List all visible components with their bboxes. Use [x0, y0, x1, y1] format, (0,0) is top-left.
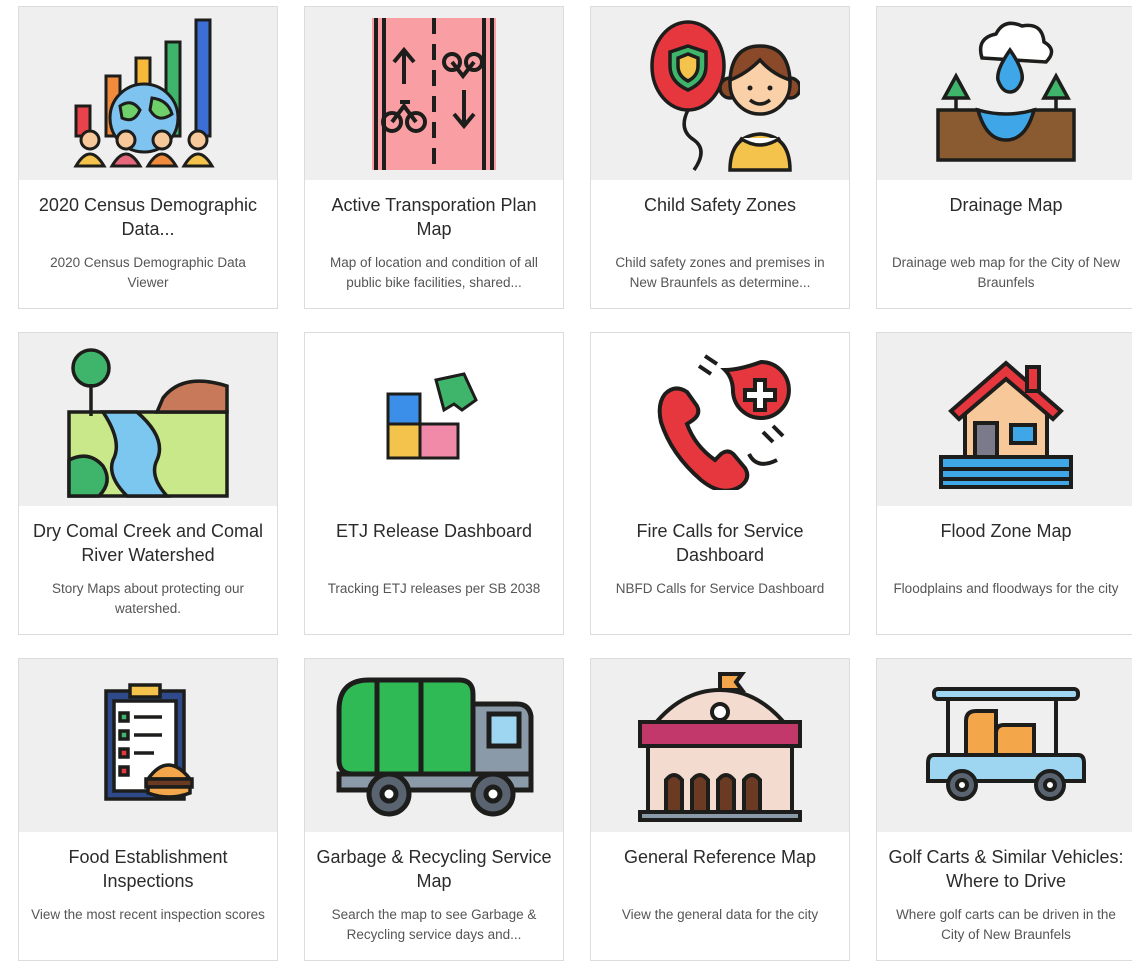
- card-description: View the most recent inspection scores: [31, 907, 265, 922]
- golf-cart-icon: [926, 686, 1086, 801]
- puzzle-icon: [386, 371, 478, 459]
- card-title[interactable]: Fire Calls for Service Dashboard: [601, 519, 839, 567]
- app-card-fire-calls[interactable]: Fire Calls for Service Dashboard NBFD Ca…: [590, 332, 850, 635]
- card-title[interactable]: Food Establishment Inspections: [29, 845, 267, 893]
- clipboard-burger-icon: [104, 682, 194, 801]
- card-title[interactable]: 2020 Census Demographic Data...: [29, 193, 267, 241]
- card-title[interactable]: Active Transporation Plan Map: [315, 193, 553, 241]
- card-thumbnail: [591, 333, 849, 506]
- app-card-flood-zone[interactable]: Flood Zone Map Floodplains and floodways…: [876, 332, 1132, 635]
- app-card-dry-comal-creek[interactable]: Dry Comal Creek and Comal River Watershe…: [18, 332, 278, 635]
- card-description: Floodplains and floodways for the city: [893, 581, 1119, 596]
- card-thumbnail: [877, 333, 1132, 506]
- emergency-phone-icon: [657, 353, 791, 490]
- app-card-child-safety[interactable]: Child Safety Zones Child safety zones an…: [590, 6, 850, 309]
- card-title[interactable]: Golf Carts & Similar Vehicles: Where to …: [887, 845, 1125, 893]
- census-chart-people-icon: [73, 18, 215, 167]
- card-thumbnail: [19, 7, 277, 180]
- card-description: Child safety zones and premises in New B…: [615, 255, 825, 290]
- card-title[interactable]: Dry Comal Creek and Comal River Watershe…: [29, 519, 267, 567]
- app-card-golf-carts[interactable]: Golf Carts & Similar Vehicles: Where to …: [876, 658, 1132, 961]
- card-thumbnail: [877, 7, 1132, 180]
- card-description: NBFD Calls for Service Dashboard: [615, 581, 825, 596]
- app-gallery-grid: 2020 Census Demographic Data... 2020 Cen…: [18, 6, 1132, 961]
- drainage-rain-icon: [936, 21, 1076, 162]
- card-description: View the general data for the city: [621, 907, 819, 922]
- app-card-active-transportation[interactable]: Active Transporation Plan Map Map of loc…: [304, 6, 564, 309]
- card-thumbnail: [19, 659, 277, 832]
- card-description: Where golf carts can be driven in the Ci…: [896, 907, 1116, 942]
- flooded-house-icon: [939, 359, 1073, 489]
- app-card-general-reference[interactable]: General Reference Map View the general d…: [590, 658, 850, 961]
- river-landscape-icon: [67, 347, 229, 498]
- card-description: 2020 Census Demographic Data Viewer: [50, 255, 246, 290]
- card-title[interactable]: Flood Zone Map: [887, 519, 1125, 543]
- app-card-garbage-recycling[interactable]: Garbage & Recycling Service Map Search t…: [304, 658, 564, 961]
- card-description: Map of location and condition of all pub…: [330, 255, 538, 290]
- app-card-etj-release[interactable]: ETJ Release Dashboard Tracking ETJ relea…: [304, 332, 564, 635]
- card-thumbnail: [305, 7, 563, 180]
- app-card-census[interactable]: 2020 Census Demographic Data... 2020 Cen…: [18, 6, 278, 309]
- card-description: Drainage web map for the City of New Bra…: [891, 255, 1121, 290]
- bike-lane-icon: [372, 17, 496, 170]
- card-thumbnail: [877, 659, 1132, 832]
- garbage-truck-icon: [336, 677, 534, 816]
- child-with-balloon-icon: [650, 19, 800, 172]
- card-thumbnail: [305, 659, 563, 832]
- card-description: Tracking ETJ releases per SB 2038: [327, 581, 541, 596]
- card-description: Story Maps about protecting our watershe…: [51, 581, 245, 616]
- card-thumbnail: [591, 659, 849, 832]
- card-title[interactable]: General Reference Map: [601, 845, 839, 869]
- card-title[interactable]: Garbage & Recycling Service Map: [315, 845, 553, 893]
- card-thumbnail: [591, 7, 849, 180]
- city-hall-icon: [638, 671, 802, 822]
- card-description: Search the map to see Garbage & Recyclin…: [331, 907, 537, 942]
- card-title[interactable]: Drainage Map: [887, 193, 1125, 217]
- card-thumbnail: [305, 333, 563, 506]
- app-card-food-establishment[interactable]: Food Establishment Inspections View the …: [18, 658, 278, 961]
- card-title[interactable]: ETJ Release Dashboard: [315, 519, 553, 543]
- card-title[interactable]: Child Safety Zones: [601, 193, 839, 217]
- card-thumbnail: [19, 333, 277, 506]
- app-card-drainage[interactable]: Drainage Map Drainage web map for the Ci…: [876, 6, 1132, 309]
